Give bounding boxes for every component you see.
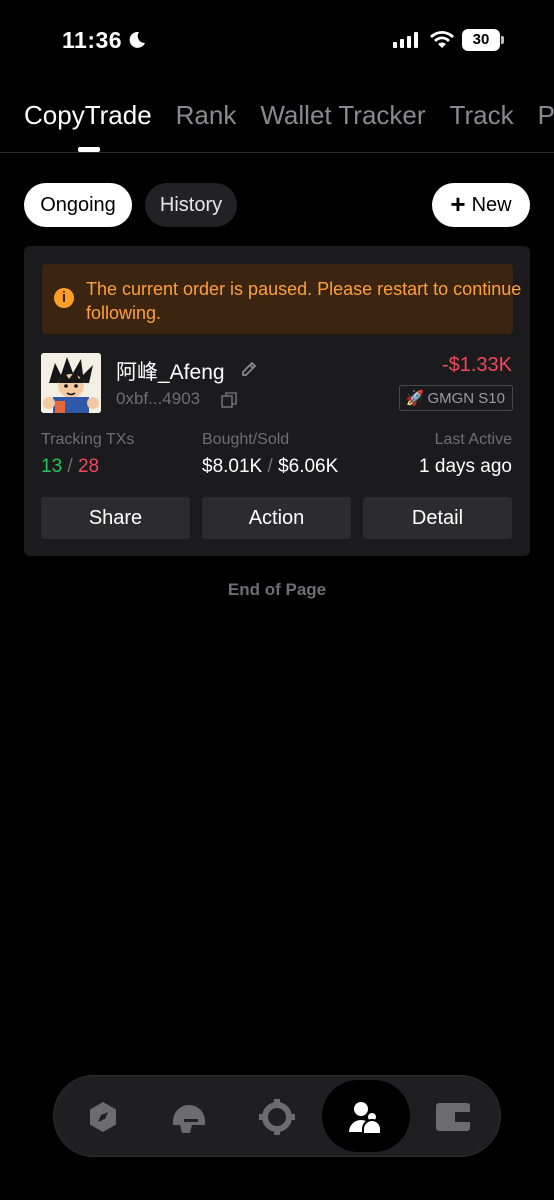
avatar — [41, 353, 101, 413]
wallet-address: 0xbf...4903 — [116, 389, 201, 408]
moon-icon — [129, 31, 145, 48]
explore-hexagon-icon — [90, 1102, 116, 1132]
gmgn-badge-label: GMGN S10 — [427, 389, 505, 407]
paused-notice-text: The current order is paused. Please rest… — [86, 279, 522, 323]
sold-amount: $6.06K — [278, 456, 339, 477]
bought-sold-value: $8.01K / $6.06K — [202, 456, 338, 478]
target-gear-icon — [259, 1099, 295, 1135]
bought-sold-label: Bought/Sold — [202, 431, 290, 448]
nav-explore[interactable] — [60, 1076, 146, 1158]
cellular-signal-icon — [393, 32, 418, 48]
bought-sold-separator: / — [267, 456, 273, 477]
tab-rank[interactable]: Rank — [176, 100, 237, 131]
bottom-nav — [53, 1075, 501, 1157]
share-button[interactable]: Share — [41, 497, 190, 539]
last-active-value: 1 days ago — [419, 456, 512, 477]
detail-button[interactable]: Detail — [363, 497, 512, 539]
tab-copytrade[interactable]: CopyTrade — [24, 100, 152, 131]
history-filter-button[interactable]: History — [145, 183, 237, 227]
gmgn-badge: 🚀 GMGN S10 — [398, 385, 513, 411]
new-copytrade-button[interactable]: + New — [432, 183, 530, 227]
plus-icon: + — [450, 189, 466, 219]
wallet-icon — [436, 1103, 470, 1131]
copytrade-users-icon — [349, 1102, 382, 1135]
copy-icon[interactable] — [220, 391, 238, 409]
tracking-total-count: 28 — [77, 456, 100, 477]
status-bar: 11:36 30 — [0, 0, 554, 80]
tracking-txs-label: Tracking TXs — [41, 431, 135, 448]
battery-level: 30 — [462, 29, 500, 51]
tab-p[interactable]: P — [538, 100, 554, 131]
new-button-label: New — [471, 193, 512, 216]
tab-track[interactable]: Track — [450, 100, 514, 131]
tabs-divider — [0, 152, 554, 153]
nav-helmet[interactable] — [146, 1076, 232, 1158]
helmet-icon — [173, 1105, 205, 1133]
battery-icon: 30 — [462, 29, 504, 51]
trader-name: 阿峰_Afeng — [116, 361, 225, 384]
tracking-txs-value: 13 / 28 — [41, 456, 99, 478]
status-time: 11:36 — [62, 27, 123, 53]
tab-wallet-tracker[interactable]: Wallet Tracker — [260, 100, 425, 131]
ongoing-filter-button[interactable]: Ongoing — [24, 183, 132, 227]
top-tabs: CopyTrade Rank Wallet Tracker Track P — [24, 100, 554, 131]
nav-copytrade[interactable] — [322, 1076, 410, 1158]
tracking-separator: / — [67, 456, 73, 477]
wifi-icon — [430, 31, 454, 48]
bought-amount: $8.01K — [202, 456, 263, 477]
last-active-label: Last Active — [434, 431, 512, 448]
rocket-icon: 🚀 — [405, 390, 425, 407]
edit-pencil-icon[interactable] — [240, 360, 258, 378]
nav-target[interactable] — [234, 1076, 320, 1158]
nav-wallet[interactable] — [410, 1076, 496, 1158]
paused-notice: i The current order is paused. Please re… — [42, 264, 521, 334]
info-icon: i — [54, 288, 74, 308]
pnl-value: -$1.33K — [441, 354, 512, 376]
action-button[interactable]: Action — [202, 497, 351, 539]
copytrade-card: i The current order is paused. Please re… — [24, 246, 530, 556]
tracking-success-count: 13 — [41, 456, 63, 477]
end-of-page-label: End of Page — [227, 580, 327, 599]
